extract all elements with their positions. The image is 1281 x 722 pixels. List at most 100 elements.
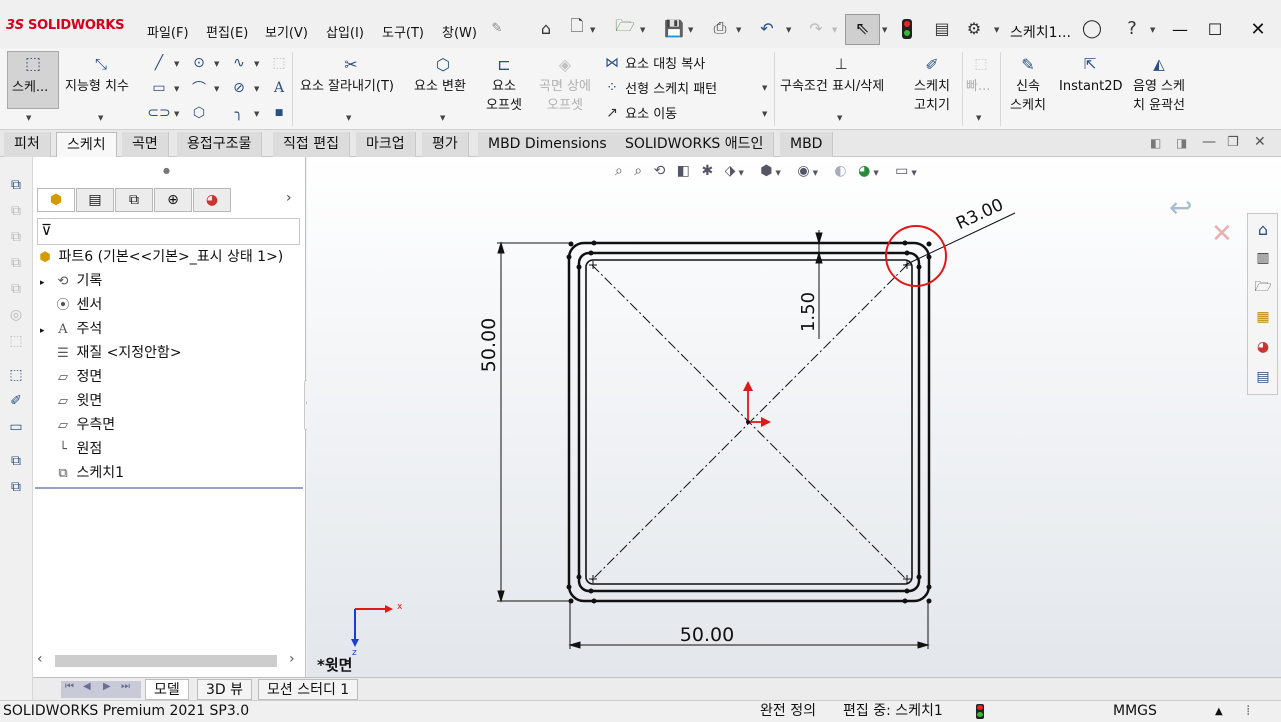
feature-tree-tab[interactable]: ⬢ — [37, 188, 75, 212]
next-tab-icon[interactable]: ▶ — [103, 681, 111, 692]
tab-features[interactable]: 피처 — [4, 132, 51, 157]
dimxpert-tab[interactable]: ⊕ — [154, 188, 192, 212]
menu-insert[interactable]: 삽입(I) — [326, 22, 364, 41]
solidworks-resources-icon[interactable]: ⌂ — [1253, 219, 1273, 239]
chevron-down-icon[interactable]: ▼ — [346, 114, 351, 122]
doc-close-icon[interactable]: ✕ — [1254, 134, 1266, 150]
file-explorer-icon[interactable]: 🗁 — [1253, 278, 1273, 298]
shaded-sketch-contours-button[interactable]: ◭ 음영 스케 치 윤곽선 — [1126, 51, 1192, 113]
dim-tool-icon[interactable]: ⧉ — [6, 201, 26, 221]
polygon-icon[interactable]: ⬡ — [190, 104, 208, 122]
last-tab-icon[interactable]: ⏭ — [121, 681, 130, 692]
gear-icon[interactable]: ⚙ — [962, 16, 986, 40]
tab-surfaces[interactable]: 곡면 — [122, 132, 169, 157]
file-properties-icon[interactable]: ▤ — [930, 16, 954, 40]
menu-window[interactable]: 창(W) — [442, 22, 477, 41]
tree-item-history[interactable]: ▸ ⟲ 기록 — [40, 270, 102, 292]
tile-right-icon[interactable]: ◨ — [1176, 136, 1187, 150]
tree-item-annotations[interactable]: ▸ A 주석 — [40, 318, 102, 340]
filter-field[interactable]: ⊽ — [37, 218, 300, 245]
select-sketch-icon[interactable]: ⬚ — [6, 365, 26, 385]
chevron-right-icon[interactable]: › — [286, 190, 292, 206]
chevron-down-icon[interactable]: ▼ — [26, 114, 31, 122]
maximize-icon[interactable]: ☐ — [1200, 14, 1230, 44]
width-dimension-text[interactable]: 50.00 — [680, 624, 734, 646]
help-icon[interactable]: ? — [1120, 16, 1144, 40]
tree-item-top-plane[interactable]: ▱ 윗면 — [54, 390, 102, 412]
tree-item-sketch1[interactable]: ⧉ 스케치1 — [54, 462, 124, 484]
circle-icon[interactable]: ⊙ — [190, 54, 208, 72]
scroll-left-icon[interactable]: ‹ — [37, 651, 43, 667]
chevron-up-icon[interactable]: ▲ — [1215, 701, 1223, 722]
tab-markup[interactable]: 마크업 — [356, 132, 416, 157]
panel-grip-icon[interactable]: ● — [163, 166, 170, 175]
redo-icon[interactable]: ↷ — [804, 16, 828, 40]
chevron-down-icon[interactable]: ▼ — [98, 114, 103, 122]
tree-item-origin[interactable]: └ 원점 — [54, 438, 102, 460]
horizontal-scrollbar[interactable]: ‹ › — [35, 651, 303, 669]
smart-dimension-button[interactable]: ⤡ 지능형 치수 — [63, 51, 139, 109]
chevron-down-icon[interactable]: ▼ — [590, 26, 595, 34]
tree-item-right-plane[interactable]: ▱ 우측면 — [54, 414, 115, 436]
tab-direct-editing[interactable]: 직접 편집 — [273, 132, 350, 157]
line-icon[interactable]: ╱ — [150, 54, 168, 72]
tab-solidworks-addins[interactable]: SOLIDWORKS 애드인 — [615, 132, 775, 157]
mirror-entities-button[interactable]: ⋈ 요소 대칭 복사 — [603, 53, 705, 73]
chevron-down-icon[interactable]: ▼ — [214, 60, 219, 68]
tree-item-sensors[interactable]: ⦿ 센서 — [54, 294, 102, 316]
tab-evaluate[interactable]: 평가 — [422, 132, 469, 157]
ellipse-icon[interactable]: ⊘ — [230, 79, 248, 97]
dim-tool-icon[interactable]: ⧉ — [6, 253, 26, 273]
chevron-down-icon[interactable]: ▼ — [882, 26, 887, 34]
display-delete-relations-button[interactable]: ⊥ 구속조건 표시/삭제 — [778, 51, 904, 109]
chevron-down-icon[interactable]: ▼ — [976, 114, 981, 122]
design-library-icon[interactable]: ▥ — [1253, 248, 1273, 268]
sketch-button[interactable]: ⬚ 스케... — [7, 51, 59, 109]
dim-tool-icon[interactable]: ⧉ — [6, 227, 26, 247]
rollback-bar[interactable] — [35, 487, 303, 489]
sketch-canvas[interactable]: 50.00 50.00 1.50 R3.00 x z — [307, 157, 1281, 677]
dim-tool-icon[interactable]: ⧉ — [6, 279, 26, 299]
menu-tools[interactable]: 도구(T) — [382, 22, 424, 41]
rapid-sketch-button[interactable]: ✎ 신속 스케치 — [1003, 51, 1053, 114]
chevron-down-icon[interactable]: ▼ — [762, 84, 767, 92]
doc-minimize-icon[interactable]: — — [1202, 134, 1216, 150]
offset-entities-button[interactable]: ⊏ 요소 오프셋 — [480, 51, 528, 114]
doc-restore-icon[interactable]: ❐ — [1227, 135, 1239, 150]
dim-tool-icon[interactable]: ⬚ — [6, 331, 26, 351]
scroll-right-icon[interactable]: › — [289, 651, 295, 667]
tree-root-part[interactable]: ⬢ 파트6 (기본<<기본>_표시 상태 1>) — [36, 246, 283, 268]
pin-icon[interactable]: ✎ — [485, 16, 509, 40]
chevron-down-icon[interactable]: ▼ — [174, 110, 179, 118]
resize-grip-icon[interactable]: ⁞ — [1246, 701, 1250, 722]
repair-sketch-button[interactable]: ✐ 스케치 고치기 — [906, 51, 958, 114]
tile-left-icon[interactable]: ◧ — [1150, 136, 1161, 150]
tree-item-front-plane[interactable]: ▱ 정면 — [54, 366, 102, 388]
graphics-area[interactable]: ⌕ ⌕ ⟲ ◧ ✱ ⬗ ▼ ⬢ ▼ ◉ ▼ ◐ ◕ ▼ ▭ ▼ ↩ ✕ 50.0… — [307, 157, 1281, 677]
offset-dimension-text[interactable]: 1.50 — [798, 292, 819, 332]
minimize-icon[interactable]: — — [1165, 14, 1195, 44]
dim-tool-icon[interactable]: ◎ — [6, 305, 26, 325]
tab-motion-study-1[interactable]: 모션 스터디 1 — [258, 679, 359, 700]
select-tool-button[interactable]: ⇖ — [845, 14, 880, 45]
rebuild-traffic-light-icon[interactable] — [902, 19, 912, 39]
chevron-down-icon[interactable]: ▼ — [174, 85, 179, 93]
tab-weldments[interactable]: 용접구조물 — [177, 132, 263, 157]
tree-item-material[interactable]: ☰ 재질 <지정안함> — [54, 342, 181, 364]
tab-sketch[interactable]: 스케치 — [56, 132, 117, 157]
chevron-down-icon[interactable]: ▼ — [837, 114, 842, 122]
menu-view[interactable]: 보기(V) — [265, 22, 308, 41]
linear-pattern-button[interactable]: ⁘ 선형 스케치 패턴 — [603, 78, 717, 98]
open-folder-icon[interactable]: 🗁 — [613, 16, 637, 40]
convert-entities-button[interactable]: ⬡ 요소 변환 — [412, 51, 476, 109]
custom-properties-icon[interactable]: ▤ — [1253, 367, 1273, 387]
display-manager-tab[interactable]: ◕ — [193, 188, 231, 212]
rectangle-icon[interactable]: ▭ — [150, 79, 168, 97]
appearances-icon[interactable]: ◕ — [1253, 337, 1273, 357]
chevron-down-icon[interactable]: ▼ — [440, 114, 445, 122]
chevron-down-icon[interactable]: ▼ — [994, 26, 999, 34]
new-document-icon[interactable]: 🗋 — [565, 16, 589, 40]
move-entities-button[interactable]: ↗ 요소 이동 — [603, 103, 677, 123]
chevron-down-icon[interactable]: ▼ — [174, 60, 179, 68]
trim-entities-button[interactable]: ✂ 요소 잘라내기(T) — [298, 51, 404, 109]
